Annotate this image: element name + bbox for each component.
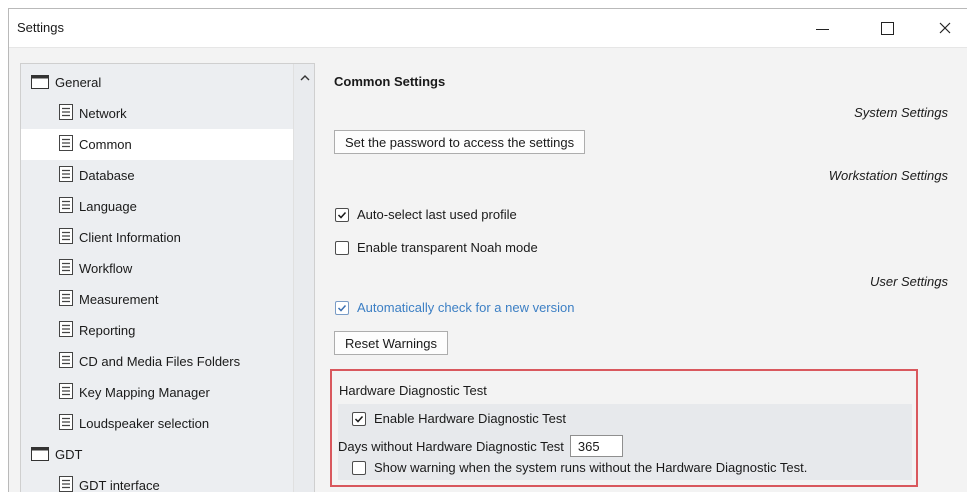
- tree-item[interactable]: Network: [21, 98, 293, 129]
- tree-item-label: CD and Media Files Folders: [79, 354, 241, 369]
- minimize-icon: [815, 28, 829, 30]
- tree-item-label: Database: [79, 168, 135, 183]
- days-without-test-row: Days without Hardware Diagnostic Test 36…: [338, 435, 623, 457]
- enable-hw-test-row[interactable]: Enable Hardware Diagnostic Test: [352, 411, 566, 426]
- enable-hw-test-label: Enable Hardware Diagnostic Test: [374, 411, 566, 426]
- page-icon: [59, 259, 73, 278]
- close-button[interactable]: [922, 9, 967, 47]
- auto-select-profile-checkbox[interactable]: [335, 207, 349, 222]
- show-warning-label: Show warning when the system runs withou…: [374, 460, 808, 475]
- tree-folder[interactable]: General: [21, 67, 293, 98]
- tree-item-label: Reporting: [79, 323, 136, 338]
- hardware-diagnostic-group: Hardware Diagnostic Test Enable Hardware…: [330, 369, 918, 487]
- hardware-diagnostic-panel: Enable Hardware Diagnostic Test Days wit…: [338, 404, 912, 480]
- tree-folder[interactable]: GDT: [21, 439, 293, 470]
- folder-icon: [31, 74, 49, 92]
- close-icon: [939, 22, 951, 34]
- page-icon: [59, 352, 73, 371]
- noah-mode-row[interactable]: Enable transparent Noah mode: [335, 240, 538, 255]
- tree-item[interactable]: Reporting: [21, 315, 293, 346]
- auto-check-version-label: Automatically check for a new version: [357, 300, 575, 315]
- tree-item-label: Workflow: [79, 261, 133, 276]
- page-title: Common Settings: [334, 74, 446, 89]
- page-icon: [59, 383, 73, 402]
- noah-mode-label: Enable transparent Noah mode: [357, 240, 538, 255]
- page-icon: [59, 476, 73, 492]
- set-password-button[interactable]: Set the password to access the settings: [334, 130, 586, 154]
- reset-warnings-button[interactable]: Reset Warnings: [334, 331, 448, 355]
- page-icon: [59, 166, 73, 185]
- tree-list: General Network Common Database Language Clie…: [21, 64, 293, 492]
- page-icon: [59, 414, 73, 433]
- page-icon: [59, 321, 73, 340]
- tree-item-label: General: [55, 75, 102, 90]
- minimize-button[interactable]: [799, 9, 845, 47]
- settings-body: General Network Common Database Language Clie…: [9, 47, 967, 492]
- settings-tree: General Network Common Database Language Clie…: [20, 63, 315, 492]
- tree-item[interactable]: GDT interface: [21, 470, 293, 492]
- tree-item-label: Network: [79, 106, 127, 121]
- show-warning-row[interactable]: Show warning when the system runs withou…: [352, 460, 807, 475]
- tree-item-label: GDT: [55, 447, 83, 462]
- chevron-up-icon[interactable]: [300, 74, 310, 82]
- system-settings-label: System Settings: [854, 105, 948, 120]
- check-icon: [337, 304, 347, 312]
- check-icon: [354, 415, 364, 423]
- tree-item-label: Client Information: [79, 230, 181, 245]
- title-bar[interactable]: Settings: [9, 9, 967, 47]
- days-without-test-label: Days without Hardware Diagnostic Test: [338, 438, 564, 454]
- auto-select-profile-row[interactable]: Auto-select last used profile: [335, 207, 517, 222]
- auto-check-version-checkbox[interactable]: [335, 300, 349, 315]
- tree-item[interactable]: Language: [21, 191, 293, 222]
- tree-item-label: Key Mapping Manager: [79, 385, 210, 400]
- page-icon: [59, 290, 73, 309]
- content-panel: Common Settings System Settings Set the …: [330, 48, 967, 492]
- tree-item[interactable]: Key Mapping Manager: [21, 377, 293, 408]
- tree-scrollbar[interactable]: [293, 64, 314, 492]
- user-settings-label: User Settings: [869, 274, 948, 289]
- noah-mode-checkbox[interactable]: [335, 240, 349, 255]
- tree-item-label: GDT interface: [79, 478, 160, 492]
- tree-item[interactable]: Measurement: [21, 284, 293, 315]
- auto-select-profile-label: Auto-select last used profile: [357, 207, 517, 222]
- tree-item[interactable]: Client Information: [21, 222, 293, 253]
- tree-item[interactable]: Database: [21, 160, 293, 191]
- tree-item-label: Language: [79, 199, 137, 214]
- window-title: Settings: [17, 20, 64, 35]
- workstation-settings-label: Workstation Settings: [828, 168, 948, 183]
- tree-item[interactable]: Common: [21, 129, 293, 160]
- page-icon: [59, 135, 73, 154]
- tree-item-label: Measurement: [79, 292, 159, 307]
- maximize-button[interactable]: [864, 9, 910, 47]
- tree-item[interactable]: CD and Media Files Folders: [21, 346, 293, 377]
- tree-item-label: Common: [79, 137, 132, 152]
- maximize-icon: [880, 21, 894, 35]
- page-icon: [59, 228, 73, 247]
- check-icon: [337, 211, 347, 219]
- auto-check-version-row[interactable]: Automatically check for a new version: [335, 300, 574, 315]
- hardware-diagnostic-title: Hardware Diagnostic Test: [339, 383, 487, 398]
- tree-item[interactable]: Loudspeaker selection: [21, 408, 293, 439]
- tree-item-label: Loudspeaker selection: [79, 416, 210, 431]
- tree-item[interactable]: Workflow: [21, 253, 293, 284]
- folder-icon: [31, 446, 49, 464]
- enable-hw-test-checkbox[interactable]: [352, 411, 366, 426]
- days-without-test-input[interactable]: 365: [569, 435, 623, 457]
- show-warning-checkbox[interactable]: [352, 460, 366, 475]
- page-icon: [59, 104, 73, 123]
- settings-window: Settings General Network Common Database Lan…: [8, 8, 967, 492]
- page-icon: [59, 197, 73, 216]
